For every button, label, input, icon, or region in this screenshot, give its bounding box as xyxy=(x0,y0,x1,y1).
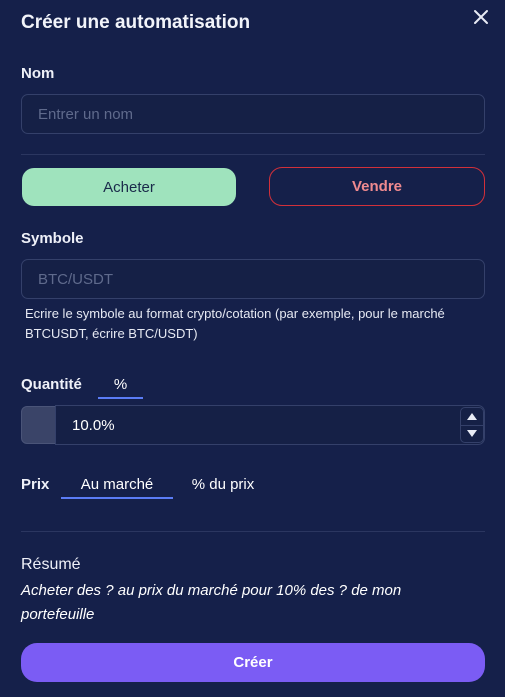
symbol-input[interactable] xyxy=(21,259,485,299)
quantity-decrement-button[interactable] xyxy=(461,424,483,443)
summary-text: Acheter des ? au prix du marché pour 10%… xyxy=(21,582,402,623)
close-icon xyxy=(474,10,488,24)
quantity-prefix xyxy=(21,406,56,444)
buy-button[interactable]: Acheter xyxy=(22,168,236,206)
quantity-input[interactable] xyxy=(55,405,485,445)
name-label: Nom xyxy=(21,65,55,82)
create-button[interactable]: Créer xyxy=(21,643,485,682)
quantity-unit-tab[interactable]: % xyxy=(98,376,143,393)
summary-title: Résumé xyxy=(21,556,81,573)
quantity-label: Quantité xyxy=(21,376,82,393)
price-tab-percent[interactable]: % du prix xyxy=(185,476,261,493)
price-label: Prix xyxy=(21,476,50,493)
quantity-unit-tab-underline xyxy=(98,397,143,399)
divider xyxy=(21,154,485,155)
triangle-up-icon xyxy=(467,412,477,420)
price-tab-market[interactable]: Au marché xyxy=(61,476,173,493)
quantity-stepper[interactable] xyxy=(460,407,484,443)
triangle-down-icon xyxy=(467,430,477,438)
price-tab-market-underline xyxy=(61,497,173,499)
divider xyxy=(21,531,485,532)
close-button[interactable] xyxy=(470,6,492,28)
name-input[interactable] xyxy=(21,94,485,134)
symbol-label: Symbole xyxy=(21,230,84,247)
sell-button[interactable]: Vendre xyxy=(269,167,485,206)
symbol-help-text: Ecrire le symbole au format crypto/cotat… xyxy=(25,306,445,341)
quantity-increment-button[interactable] xyxy=(461,408,483,425)
dialog-title: Créer une automatisation xyxy=(21,12,251,33)
